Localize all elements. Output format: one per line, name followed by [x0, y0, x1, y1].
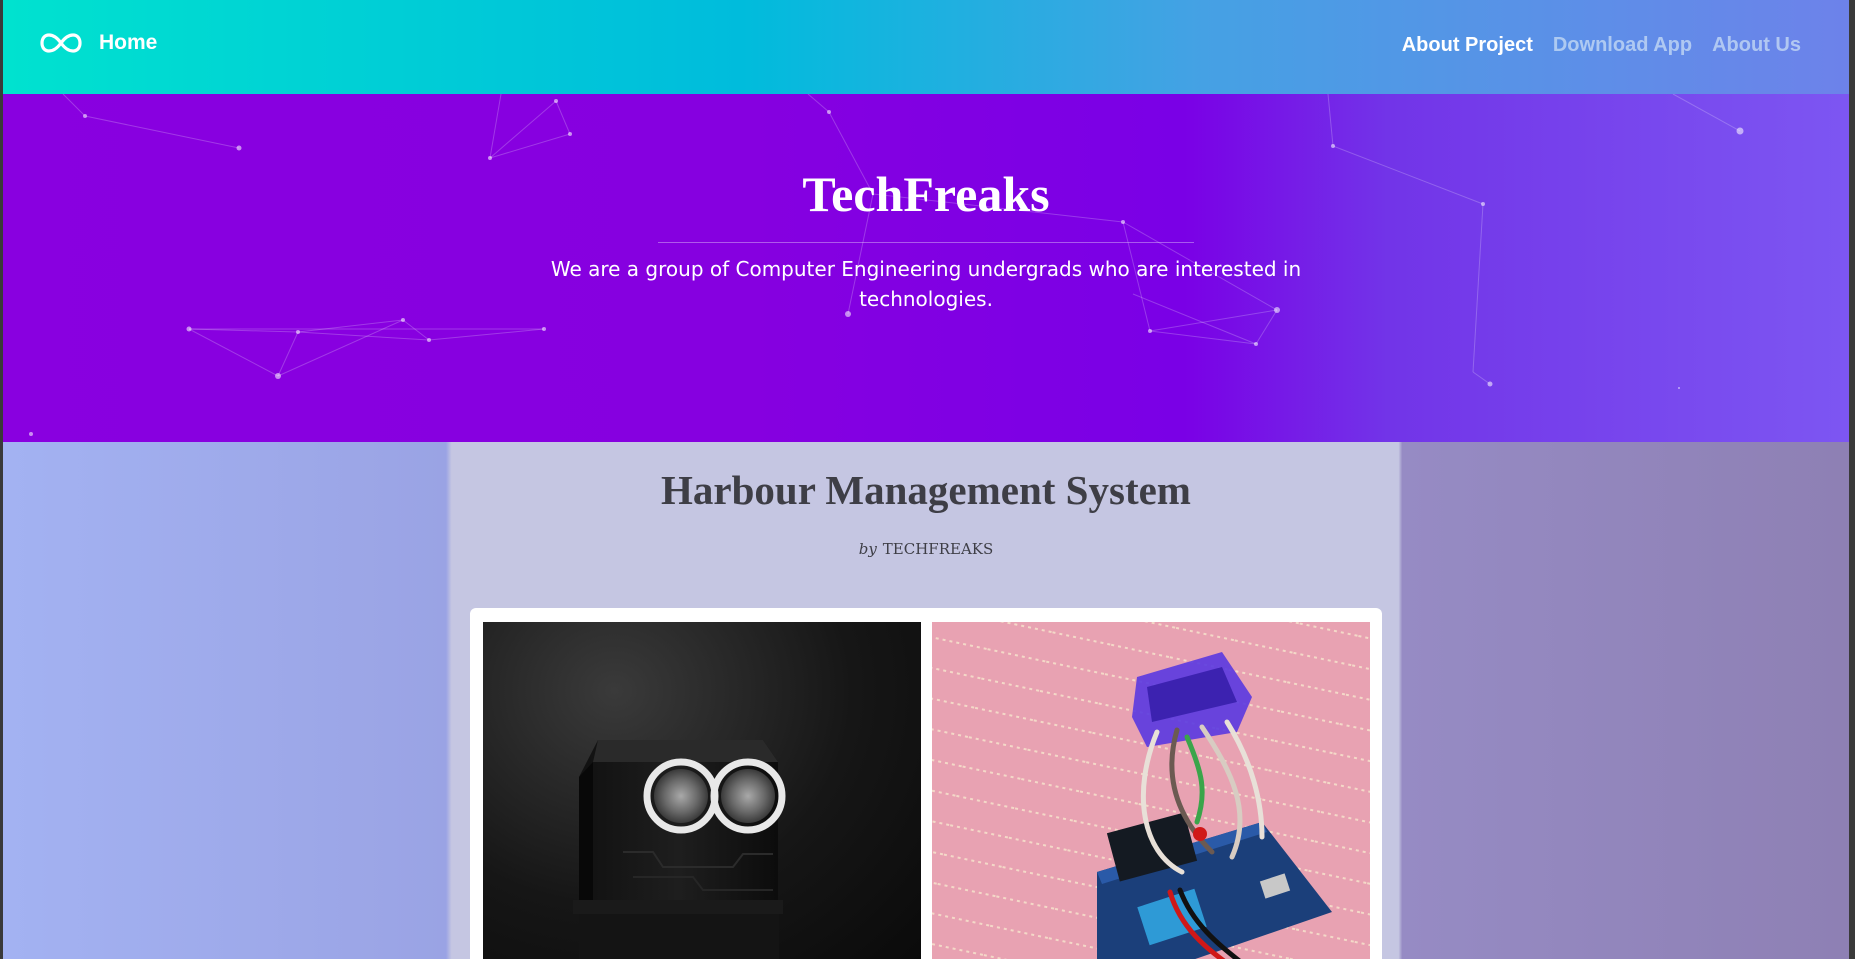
infinity-icon[interactable] — [39, 26, 83, 60]
hero-banner: TechFreaks We are a group of Computer En… — [3, 94, 1849, 442]
title-divider — [658, 242, 1194, 243]
arduino-circuit-board-photo — [932, 622, 1370, 959]
article-title: Harbour Management System — [661, 467, 1191, 513]
page: Home About Project Download App About Us — [3, 0, 1849, 959]
nav-download-app[interactable]: Download App — [1553, 34, 1692, 57]
site-description: We are a group of Computer Engineering u… — [550, 257, 1302, 311]
nav-menu: About Project Download App About Us — [1402, 34, 1801, 57]
home-link[interactable]: Home — [99, 31, 157, 55]
nav-about-project[interactable]: About Project — [1402, 34, 1533, 57]
image-gallery — [470, 608, 1382, 959]
ultrasonic-sensor-robot-photo — [483, 622, 921, 959]
top-navbar: Home About Project Download App About Us — [3, 0, 1849, 94]
byline-prefix: by — [858, 540, 877, 558]
site-title: TechFreaks — [802, 166, 1050, 222]
byline: by TECHFREAKS — [451, 540, 1401, 558]
brand[interactable]: Home — [39, 26, 157, 60]
byline-author: TECHFREAKS — [882, 540, 994, 558]
nav-about-us[interactable]: About Us — [1712, 34, 1801, 57]
